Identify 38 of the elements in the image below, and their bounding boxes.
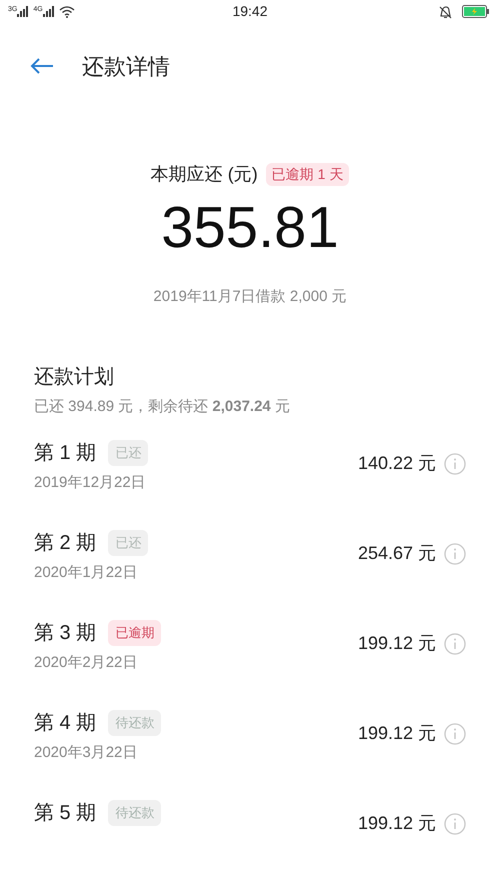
installment-date: 2020年2月22日 — [34, 653, 138, 673]
battery-icon — [462, 5, 490, 18]
installment-period: 第 2 期 — [34, 531, 96, 556]
info-icon[interactable] — [444, 722, 466, 744]
installment-period: 第 4 期 — [34, 711, 96, 736]
info-icon[interactable] — [444, 542, 466, 564]
installment-amount: 254.67 元 — [358, 542, 436, 565]
signal-icon — [17, 6, 30, 18]
installment-period: 第 1 期 — [34, 441, 96, 466]
back-button[interactable] — [30, 56, 56, 76]
overdue-badge: 已逾期 1 天 — [266, 162, 350, 186]
installment-amount: 199.12 元 — [358, 722, 436, 745]
wifi-icon — [58, 6, 75, 18]
plan-title: 还款计划 — [34, 365, 115, 390]
installment-period: 第 3 期 — [34, 621, 96, 646]
info-icon[interactable] — [444, 632, 466, 654]
status-time: 19:42 — [232, 2, 268, 22]
installment-amount: 199.12 元 — [358, 812, 436, 835]
installment-date: 2019年12月22日 — [34, 473, 147, 493]
page-title: 还款详情 — [82, 52, 170, 80]
installment-period: 第 5 期 — [34, 801, 96, 826]
status-badge: 已还 — [108, 440, 148, 466]
bell-muted-icon — [438, 4, 452, 19]
status-badge: 已逾期 — [108, 620, 162, 646]
installment-date: 2020年3月22日 — [34, 743, 138, 763]
status-badge: 待还款 — [108, 800, 162, 826]
loan-info: 2019年11月7日借款 2,000 元 — [153, 286, 347, 306]
installment-amount: 140.22 元 — [358, 452, 436, 475]
info-icon[interactable] — [444, 812, 466, 834]
signal-icon — [42, 6, 55, 18]
due-label: 本期应还 (元) — [150, 162, 258, 186]
status-badge: 已还 — [108, 530, 148, 556]
due-amount: 355.81 — [161, 194, 339, 262]
installment-date: 2020年1月22日 — [34, 563, 138, 583]
installment-amount: 199.12 元 — [358, 632, 436, 655]
info-icon[interactable] — [444, 452, 466, 474]
repayment-summary: 已还 394.89 元，剩余待还 2,037.24 元 — [34, 397, 291, 417]
status-badge: 待还款 — [108, 710, 162, 736]
